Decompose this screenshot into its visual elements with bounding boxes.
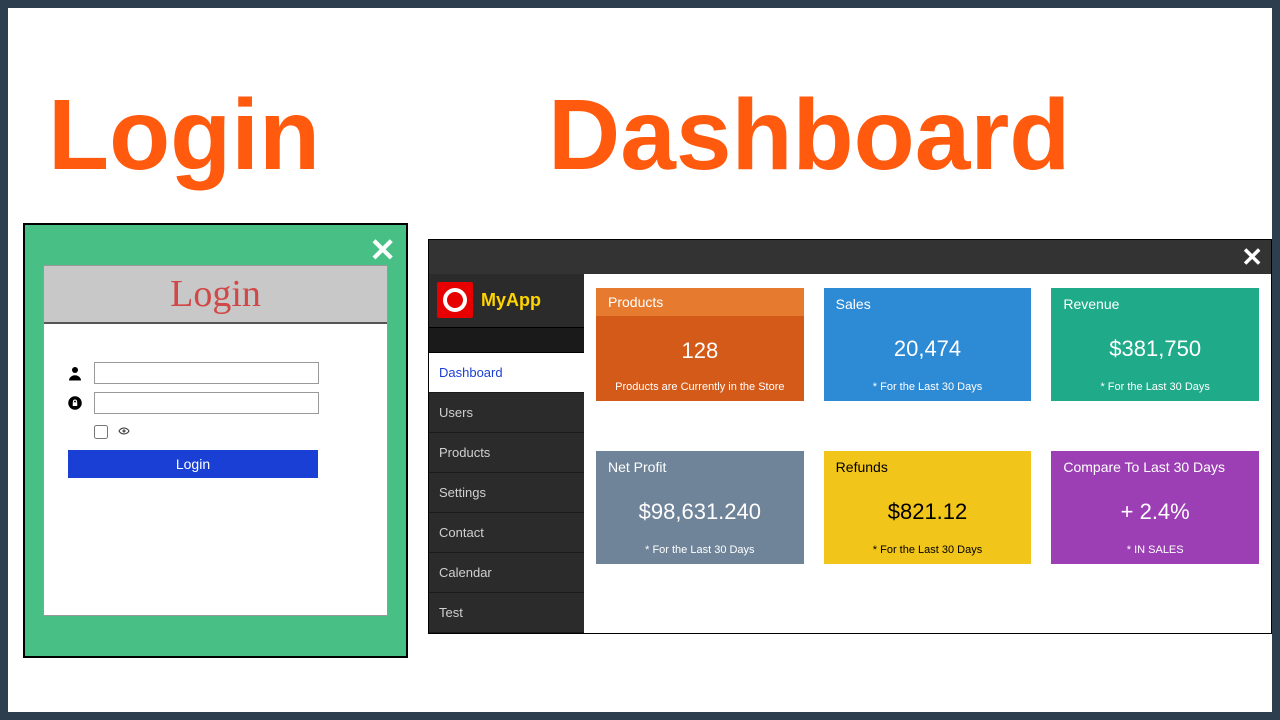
card-title: Sales xyxy=(836,296,1020,312)
dashboard-main: Products 128Products are Currently in the… xyxy=(584,274,1271,633)
card-subtitle: * For the Last 30 Days xyxy=(836,381,1020,393)
target-icon xyxy=(437,282,473,318)
card-value: 20,474 xyxy=(836,316,1020,381)
username-row xyxy=(64,362,367,384)
sidebar-divider xyxy=(429,327,584,353)
app-name: MyApp xyxy=(481,290,541,311)
login-card: Login xyxy=(43,265,388,616)
login-button[interactable]: Login xyxy=(68,450,318,478)
card-title: Products xyxy=(596,288,804,316)
card-value: $821.12 xyxy=(836,479,1020,544)
sidebar-item-products[interactable]: Products xyxy=(429,433,584,473)
card-title: Revenue xyxy=(1063,296,1247,312)
dashboard-body: MyApp DashboardUsersProductsSettingsCont… xyxy=(429,274,1271,633)
card-subtitle: * For the Last 30 Days xyxy=(836,544,1020,556)
lock-icon xyxy=(64,392,86,414)
dashboard-panel: ✕ MyApp DashboardUsersProductsSettingsCo… xyxy=(428,239,1272,634)
sidebar-item-users[interactable]: Users xyxy=(429,393,584,433)
card-subtitle: * For the Last 30 Days xyxy=(1063,381,1247,393)
sidebar-item-test[interactable]: Test xyxy=(429,593,584,633)
logo-row: MyApp xyxy=(429,274,584,327)
login-panel: ✕ Login xyxy=(23,223,408,658)
card-title: Net Profit xyxy=(608,459,792,475)
sidebar-item-dashboard[interactable]: Dashboard xyxy=(429,353,584,393)
card-value: $381,750 xyxy=(1063,316,1247,381)
show-password-row xyxy=(94,424,367,440)
card-subtitle: Products are Currently in the Store xyxy=(608,381,792,393)
login-header-text: Login xyxy=(170,272,261,316)
login-header: Login xyxy=(44,266,387,324)
password-row xyxy=(64,392,367,414)
card-title: Refunds xyxy=(836,459,1020,475)
sidebar: MyApp DashboardUsersProductsSettingsCont… xyxy=(429,274,584,633)
sidebar-item-settings[interactable]: Settings xyxy=(429,473,584,513)
cards-row-1: Products 128Products are Currently in the… xyxy=(596,288,1259,401)
dashboard-title: Dashboard xyxy=(548,78,1070,193)
show-password-checkbox[interactable] xyxy=(94,425,108,439)
card-sales: Sales 20,474* For the Last 30 Days xyxy=(824,288,1032,401)
user-icon xyxy=(64,362,86,384)
card-value: + 2.4% xyxy=(1063,479,1247,544)
dashboard-topbar: ✕ xyxy=(429,240,1271,274)
username-input[interactable] xyxy=(94,362,319,384)
card-net-profit: Net Profit $98,631.240* For the Last 30 D… xyxy=(596,451,804,564)
card-compare-to-last-30-days: Compare To Last 30 Days + 2.4%* IN SALES xyxy=(1051,451,1259,564)
close-icon[interactable]: ✕ xyxy=(369,231,396,269)
card-refunds: Refunds $821.12* For the Last 30 Days xyxy=(824,451,1032,564)
card-value: $98,631.240 xyxy=(608,479,792,544)
main-frame: Login Dashboard ✕ Login xyxy=(8,8,1272,712)
password-input[interactable] xyxy=(94,392,319,414)
card-subtitle: * IN SALES xyxy=(1063,544,1247,556)
login-body: Login xyxy=(44,324,387,508)
card-products: Products 128Products are Currently in the… xyxy=(596,288,804,401)
cards-row-2: Net Profit$98,631.240* For the Last 30 D… xyxy=(596,451,1259,564)
card-title: Compare To Last 30 Days xyxy=(1063,459,1247,475)
eye-icon xyxy=(116,424,132,440)
close-icon[interactable]: ✕ xyxy=(1241,242,1263,273)
login-title: Login xyxy=(48,78,320,193)
card-subtitle: * For the Last 30 Days xyxy=(608,544,792,556)
sidebar-item-calendar[interactable]: Calendar xyxy=(429,553,584,593)
sidebar-item-contact[interactable]: Contact xyxy=(429,513,584,553)
card-revenue: Revenue $381,750* For the Last 30 Days xyxy=(1051,288,1259,401)
card-value: 128 xyxy=(608,320,792,381)
